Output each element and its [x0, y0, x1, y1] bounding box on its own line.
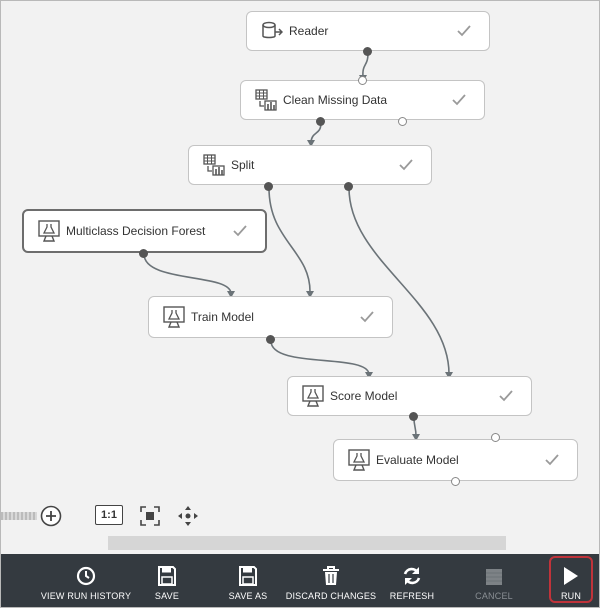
output-port[interactable]: [139, 249, 148, 258]
button-label: REFRESH: [389, 591, 435, 601]
actual-size-button[interactable]: 1:1: [95, 505, 123, 525]
run-button[interactable]: RUN: [549, 556, 593, 603]
connection-split-score[interactable]: [348, 187, 450, 375]
output-port-unconnected[interactable]: [451, 477, 460, 486]
checkmark-icon: [535, 454, 569, 466]
horizontal-scrollbar[interactable]: [108, 536, 506, 550]
output-port-1[interactable]: [264, 182, 273, 191]
checkmark-icon: [447, 25, 481, 37]
database-icon: [255, 17, 289, 45]
module-score-model[interactable]: Score Model: [287, 376, 532, 416]
zoom-in-icon[interactable]: [40, 505, 62, 527]
module-train-model[interactable]: Train Model: [148, 296, 393, 338]
actual-size-label: 1:1: [101, 509, 117, 521]
play-icon: [563, 563, 579, 586]
cancel-button[interactable]: CANCEL: [469, 554, 519, 607]
table-transform-icon: [197, 151, 231, 179]
save-button[interactable]: SAVE: [145, 554, 189, 607]
checkmark-icon: [489, 390, 523, 402]
refresh-icon: [402, 562, 422, 586]
module-label: Reader: [289, 24, 329, 38]
refresh-button[interactable]: REFRESH: [385, 554, 439, 607]
save-icon: [158, 562, 176, 586]
button-label: RUN: [560, 591, 582, 601]
module-evaluate-model[interactable]: Evaluate Model: [333, 439, 578, 481]
connection-split-train[interactable]: [268, 187, 311, 294]
save-as-icon: [239, 562, 257, 586]
flask-monitor-icon: [157, 303, 191, 331]
zoom-controls: 1:1: [1, 501, 231, 533]
output-port[interactable]: [316, 117, 325, 126]
module-label: Evaluate Model: [376, 453, 459, 467]
connection-reader-clean[interactable]: [362, 52, 369, 78]
stop-icon: [485, 562, 503, 586]
input-port-unconnected[interactable]: [491, 433, 500, 442]
module-multiclass-decision-forest[interactable]: Multiclass Decision Forest: [22, 209, 267, 253]
trash-icon: [322, 562, 340, 586]
module-label: Score Model: [330, 389, 398, 403]
output-port[interactable]: [409, 412, 418, 421]
button-label: DISCARD CHANGES: [285, 591, 377, 601]
fit-to-screen-icon[interactable]: [139, 505, 161, 527]
discard-changes-button[interactable]: DISCARD CHANGES: [286, 554, 376, 607]
module-split[interactable]: Split: [188, 145, 432, 185]
module-label: Train Model: [191, 310, 254, 324]
table-transform-icon: [249, 86, 283, 114]
checkmark-icon: [223, 225, 257, 237]
output-port[interactable]: [266, 335, 275, 344]
checkmark-icon: [442, 94, 476, 106]
button-label: VIEW RUN HISTORY: [40, 591, 132, 601]
module-reader[interactable]: Reader: [246, 11, 490, 51]
input-port[interactable]: [358, 76, 367, 85]
module-label: Clean Missing Data: [283, 93, 388, 107]
output-port-2[interactable]: [344, 182, 353, 191]
module-clean-missing-data[interactable]: Clean Missing Data: [240, 80, 485, 120]
experiment-canvas[interactable]: Reader Clean Missing Data Split Multicla…: [1, 1, 599, 554]
view-run-history-button[interactable]: VIEW RUN HISTORY: [40, 554, 132, 607]
button-label: CANCEL: [475, 591, 513, 601]
experiment-window: Reader Clean Missing Data Split Multicla…: [0, 0, 600, 608]
output-port[interactable]: [363, 47, 372, 56]
connection-train-score[interactable]: [270, 340, 370, 375]
module-label: Multiclass Decision Forest: [66, 224, 206, 238]
checkmark-icon: [350, 311, 384, 323]
history-icon: [76, 562, 96, 586]
module-label: Split: [231, 158, 255, 172]
pan-icon[interactable]: [177, 505, 199, 527]
checkmark-icon: [389, 159, 423, 171]
save-as-button[interactable]: SAVE AS: [221, 554, 275, 607]
command-toolbar: VIEW RUN HISTORY SAVE SAVE AS DISCARD CH…: [1, 554, 599, 607]
button-label: SAVE AS: [228, 591, 268, 601]
flask-monitor-icon: [32, 217, 66, 245]
output-port-unconnected[interactable]: [398, 117, 407, 126]
flask-monitor-icon: [296, 382, 330, 410]
flask-monitor-icon: [342, 446, 376, 474]
zoom-slider-track[interactable]: [1, 512, 37, 520]
button-label: SAVE: [154, 591, 180, 601]
connection-forest-train[interactable]: [143, 253, 232, 294]
